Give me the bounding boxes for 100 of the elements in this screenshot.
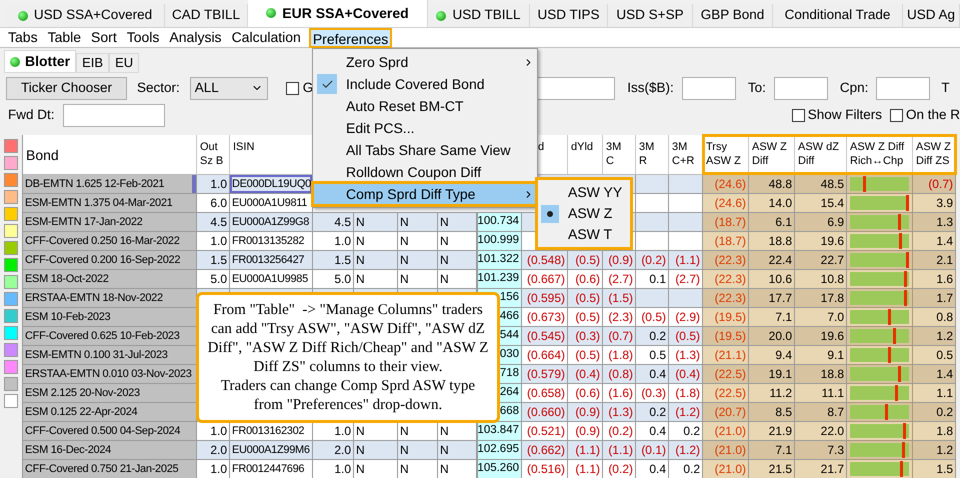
column-header[interactable]: ASW Z Diff (749, 135, 795, 174)
menu-item[interactable]: Sort (89, 28, 119, 48)
checkbox[interactable] (286, 82, 299, 94)
table-cell: 4.5 (197, 213, 230, 232)
menu-item[interactable]: Auto Reset BM-CT (313, 95, 537, 117)
table-cell: 0.4 (636, 460, 669, 478)
color-swatch[interactable] (4, 394, 18, 408)
table-cell: ESM 18-Oct-2022 (23, 270, 197, 289)
tab-label: EUR SSA+Covered (282, 4, 409, 22)
column-header[interactable]: 3M R (636, 135, 669, 174)
menu-item-label: ASW Z (568, 204, 612, 223)
table-cell: 1.0 (197, 232, 230, 251)
menu-item-label: ASW YY (568, 183, 622, 202)
table-cell: (18.7) (703, 232, 749, 251)
table-cell: 1.4 (913, 365, 956, 384)
color-swatch[interactable] (4, 292, 18, 306)
table-cell: 1.3 (913, 213, 956, 232)
table-cell: N (438, 213, 477, 232)
table-cell: 7.0 (795, 308, 847, 327)
table-cell: 2.0 (313, 441, 354, 460)
column-header[interactable]: dYld (568, 135, 603, 174)
input-field[interactable] (876, 76, 930, 100)
table-cell: N (398, 460, 438, 478)
menu-item[interactable]: ASW T (538, 224, 630, 245)
checkbox[interactable] (890, 108, 903, 122)
fwd-date-field[interactable] (62, 104, 165, 126)
table-cell: (0.660) (522, 403, 568, 422)
checkbox[interactable] (792, 108, 805, 122)
color-swatch[interactable] (4, 258, 18, 272)
menu-item[interactable]: Calculation (230, 28, 303, 48)
table-cell: (22.5) (703, 365, 749, 384)
table-cell: (0.9) (603, 251, 636, 270)
table-cell: 11.2 (749, 384, 795, 403)
cpn-label: Cpn: (840, 78, 868, 97)
tab[interactable]: EUR SSA+Covered (248, 0, 428, 27)
tab-label: USD S+SP (616, 6, 684, 24)
sector-dropdown[interactable]: ALL (190, 76, 268, 100)
menu-item[interactable]: Tools (124, 28, 162, 48)
table-cell: 0.4 (636, 365, 669, 384)
table-cell: N (354, 422, 398, 441)
color-swatch[interactable] (4, 190, 18, 204)
color-swatch[interactable] (4, 275, 18, 289)
menu-item[interactable]: ASW Z (538, 203, 630, 224)
table-cell: (0.8) (603, 365, 636, 384)
table-cell: (0.579) (522, 365, 568, 384)
table-cell: CFF-Covered 0.625 10-Feb-2023 (23, 327, 197, 346)
table-cell: (0.658) (522, 384, 568, 403)
table-cell: (1.8) (669, 384, 703, 403)
tab-label: USD SSA+Covered (34, 6, 152, 24)
input-field[interactable] (682, 76, 736, 100)
table-cell: 0.2 (669, 422, 703, 441)
ticker-chooser-button[interactable]: Ticker Chooser (6, 76, 127, 100)
color-swatch[interactable] (4, 173, 18, 187)
menu-item[interactable]: Tabs (6, 28, 40, 48)
table-cell: 1.5 (913, 460, 956, 478)
color-swatch[interactable] (4, 207, 18, 221)
table-cell: (0.1) (636, 441, 669, 460)
column-header[interactable]: 3M C+R (669, 135, 703, 174)
color-swatch[interactable] (4, 139, 18, 153)
input-field[interactable] (774, 76, 828, 100)
tab-label: USD TIPS (537, 6, 600, 24)
color-swatch[interactable] (4, 326, 18, 340)
table-cell: (2.9) (669, 308, 703, 327)
table-cell: 2.0 (197, 441, 230, 460)
column-header[interactable]: Bond (23, 135, 197, 174)
menu-item[interactable]: Preferences (308, 28, 392, 48)
tab-label: Conditional Trade (784, 6, 890, 24)
tab[interactable]: EIB (76, 53, 110, 73)
color-swatch[interactable] (4, 343, 18, 357)
table-cell: ESM 16-Dec-2024 (23, 441, 197, 460)
table-cell: (18.7) (703, 213, 749, 232)
tab[interactable]: EU (109, 53, 140, 73)
color-swatch[interactable] (4, 360, 18, 374)
table-cell: 21.7 (795, 460, 847, 478)
color-swatch[interactable] (4, 377, 18, 391)
color-swatch[interactable] (4, 309, 18, 323)
color-swatch[interactable] (4, 224, 18, 238)
menu-item[interactable]: Analysis (167, 28, 224, 48)
menu-item[interactable]: Table (46, 28, 84, 48)
table-cell: (0.6) (568, 270, 603, 289)
column-header[interactable]: ISIN (230, 135, 313, 174)
table-cell: N (354, 460, 398, 478)
column-header[interactable]: ASW dZ Diff (795, 135, 847, 174)
table-cell: 0.5 (913, 346, 956, 365)
tab[interactable]: Blotter (4, 50, 76, 73)
table-cell: (1.8) (603, 346, 636, 365)
column-header[interactable]: Trsy ASW Z (703, 135, 749, 174)
table-cell: N (438, 251, 477, 270)
column-header[interactable]: 3M C (603, 135, 636, 174)
menu-item[interactable]: Zero Sprd (313, 51, 537, 73)
column-header[interactable]: ASW Z Diff Rich↔Chp (847, 135, 913, 174)
menu-item[interactable]: Comp Sprd Diff Type (313, 183, 537, 205)
table-cell: 22.7 (795, 251, 847, 270)
menu-item[interactable]: Include Covered Bond (313, 73, 537, 95)
color-swatch[interactable] (4, 241, 18, 255)
menu-item[interactable]: ASW YY (538, 182, 630, 203)
column-header[interactable]: Out Sz B (197, 135, 230, 174)
color-swatch[interactable] (4, 156, 18, 170)
table-cell: 0.5 (636, 346, 669, 365)
column-header[interactable]: ASW Z Diff ZS (913, 135, 956, 174)
